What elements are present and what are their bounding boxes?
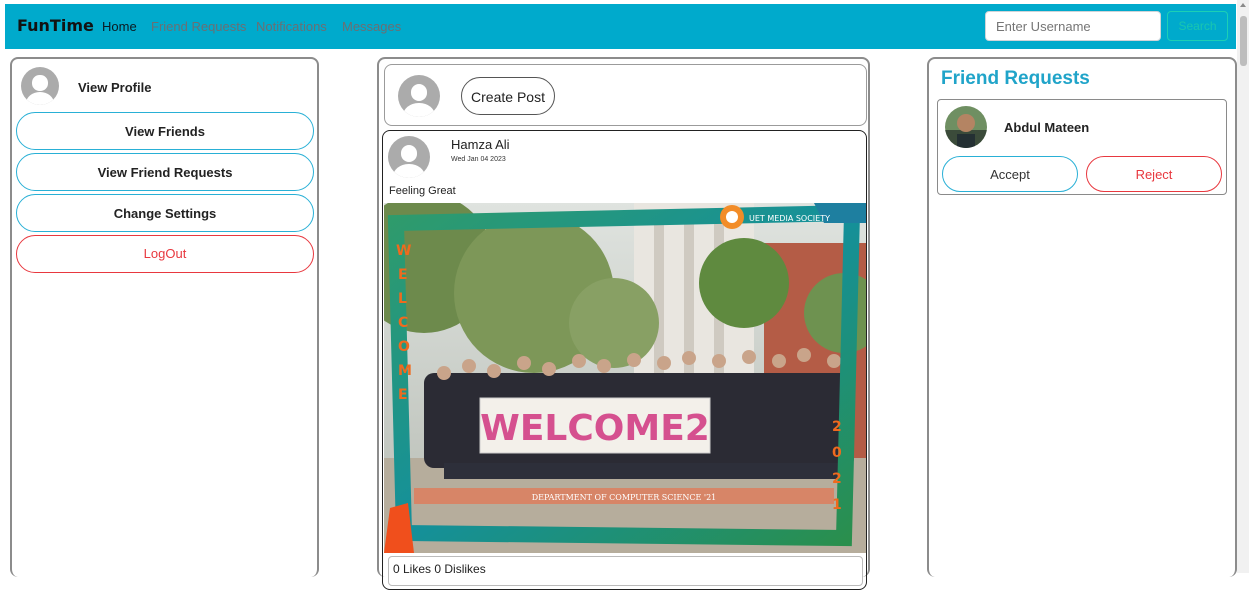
reject-button[interactable]: Reject — [1086, 156, 1222, 192]
change-settings-button[interactable]: Change Settings — [16, 194, 314, 232]
author-avatar-icon[interactable] — [388, 136, 430, 178]
view-friend-requests-button[interactable]: View Friend Requests — [16, 153, 314, 191]
create-post-box: Create Post — [384, 64, 867, 126]
banner-text: WELCOME2 — [480, 408, 710, 449]
nav-notifications[interactable]: Notifications — [256, 19, 327, 34]
brand-logo[interactable]: FunTime — [17, 16, 94, 35]
svg-text:2: 2 — [832, 419, 842, 435]
scroll-up-arrow-icon[interactable] — [1240, 3, 1246, 7]
view-friends-button[interactable]: View Friends — [16, 112, 314, 150]
logout-button[interactable]: LogOut — [16, 235, 314, 273]
friend-requests-panel: Friend Requests Abdul Mateen Accept Reje… — [927, 57, 1237, 577]
uet-media-badge: UET MEDIA SOCIETY — [749, 214, 830, 223]
friend-requests-title: Friend Requests — [941, 68, 1090, 89]
create-post-button[interactable]: Create Post — [461, 77, 555, 115]
svg-text:L: L — [398, 291, 407, 307]
post-card: Hamza Ali Wed Jan 04 2023 Feeling Great — [382, 130, 867, 590]
svg-text:0: 0 — [832, 445, 842, 461]
post-reactions: 0 Likes 0 Dislikes — [388, 556, 863, 586]
user-avatar-icon — [398, 75, 440, 117]
view-profile-link[interactable]: View Profile — [78, 80, 151, 95]
department-caption: DEPARTMENT OF COMPUTER SCIENCE '21 — [532, 493, 717, 502]
post-author[interactable]: Hamza Ali — [451, 137, 510, 152]
svg-text:E: E — [398, 387, 408, 403]
nav-home[interactable]: Home — [102, 19, 137, 34]
post-text: Feeling Great — [389, 185, 456, 197]
svg-text:2: 2 — [832, 471, 842, 487]
page-scrollbar[interactable] — [1237, 0, 1249, 573]
nav-messages[interactable]: Messages — [342, 19, 401, 34]
username-search-input[interactable] — [985, 11, 1161, 41]
navbar: FunTime Home Friend Requests Notificatio… — [5, 4, 1236, 49]
user-avatar-icon[interactable] — [21, 67, 59, 105]
feed-panel: Create Post Hamza Ali Wed Jan 04 2023 Fe… — [377, 57, 870, 590]
svg-text:E: E — [398, 267, 408, 283]
friend-request-name[interactable]: Abdul Mateen — [1004, 120, 1089, 135]
accept-button[interactable]: Accept — [942, 156, 1078, 192]
svg-text:M: M — [398, 363, 412, 379]
svg-text:C: C — [398, 315, 408, 331]
svg-text:O: O — [398, 339, 410, 355]
friend-request-card: Abdul Mateen Accept Reject — [937, 99, 1227, 195]
welcome-letter: W — [396, 243, 411, 259]
post-date: Wed Jan 04 2023 — [451, 156, 506, 163]
post-image[interactable]: WELCOME2 W ELC OME 2021 UET MEDIA SOCIET… — [384, 203, 866, 553]
friend-avatar-icon[interactable] — [945, 106, 987, 148]
scroll-thumb[interactable] — [1240, 16, 1247, 66]
left-sidebar: View Profile View Friends View Friend Re… — [10, 57, 319, 577]
search-button[interactable]: Search — [1167, 11, 1228, 41]
nav-friend-requests[interactable]: Friend Requests — [151, 19, 246, 34]
